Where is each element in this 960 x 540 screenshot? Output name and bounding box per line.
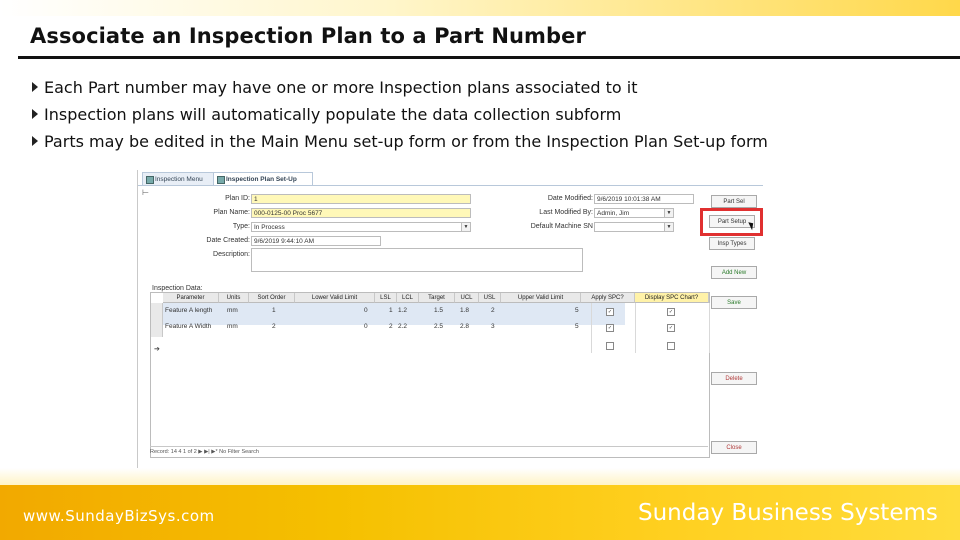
- form-tab-icon: [146, 176, 154, 184]
- column-divider: [591, 303, 592, 353]
- column-divider: [635, 303, 636, 353]
- plan-id-label: Plan ID:: [225, 195, 250, 202]
- cell-parameter[interactable]: Feature A length: [165, 305, 219, 317]
- cell-usl[interactable]: 3: [491, 321, 501, 333]
- type-combo[interactable]: In Process ▼: [251, 222, 471, 232]
- arrow-bullet-icon: [32, 136, 38, 146]
- footer-url[interactable]: www.SundayBizSys.com: [23, 507, 215, 525]
- default-machine-combo[interactable]: ▼: [594, 222, 674, 232]
- bullet-item: Inspection plans will automatically popu…: [32, 105, 768, 132]
- record-navigation-bar[interactable]: Record: 14 4 1 of 2 ▶ ▶| ▶* No Filter Se…: [150, 446, 708, 459]
- column-header[interactable]: Parameter: [163, 293, 219, 303]
- bullet-text: Inspection plans will automatically popu…: [44, 105, 622, 124]
- row-selector[interactable]: [151, 325, 163, 337]
- close-button[interactable]: Close: [711, 441, 757, 454]
- arrow-bullet-icon: [32, 109, 38, 119]
- column-header[interactable]: Units: [219, 293, 249, 303]
- bullet-text: Parts may be edited in the Main Menu set…: [44, 132, 768, 151]
- checkbox-icon[interactable]: ✓: [606, 308, 614, 316]
- cell-parameter[interactable]: Feature A Width: [165, 321, 219, 333]
- cell-sort-order[interactable]: 2: [272, 321, 292, 333]
- bullet-item: Each Part number may have one or more In…: [32, 78, 768, 105]
- column-header[interactable]: Sort Order: [249, 293, 295, 303]
- cell-sort-order[interactable]: 1: [272, 305, 292, 317]
- insp-types-button[interactable]: Insp Types: [709, 237, 755, 250]
- save-button[interactable]: Save: [711, 296, 757, 309]
- chevron-down-icon[interactable]: ▼: [664, 223, 673, 231]
- column-header[interactable]: Apply SPC?: [581, 293, 635, 303]
- date-modified-field[interactable]: 9/6/2019 10:01:38 AM: [594, 194, 694, 204]
- chevron-down-icon[interactable]: ▼: [461, 223, 470, 231]
- checkbox-icon[interactable]: ✓: [667, 324, 675, 332]
- bullet-item: Parts may be edited in the Main Menu set…: [32, 132, 768, 159]
- description-field[interactable]: [251, 248, 583, 272]
- cell-target[interactable]: 1.5: [434, 305, 454, 317]
- slide-title: Associate an Inspection Plan to a Part N…: [30, 24, 586, 48]
- cell-ucl[interactable]: 1.8: [460, 305, 480, 317]
- footer-brand: Sunday Business Systems: [638, 500, 938, 526]
- cell-lcl[interactable]: 2.2: [398, 321, 418, 333]
- nav-pane-icon[interactable]: ⊢: [142, 188, 149, 197]
- plan-name-label: Plan Name:: [213, 209, 250, 216]
- cell-units[interactable]: mm: [227, 305, 249, 317]
- cell-usl[interactable]: 2: [491, 305, 501, 317]
- part-sel-button[interactable]: Part Sel: [711, 195, 757, 208]
- column-header[interactable]: LCL: [397, 293, 419, 303]
- inspection-data-label: Inspection Data:: [152, 285, 203, 292]
- column-header[interactable]: Upper Valid Limit: [501, 293, 581, 303]
- cell-target[interactable]: 2.5: [434, 321, 454, 333]
- column-header[interactable]: Display SPC Chart?: [635, 293, 709, 303]
- new-record-icon[interactable]: ➔: [154, 345, 160, 353]
- column-divider: [709, 303, 710, 353]
- tab-divider: [138, 185, 763, 186]
- cell-lcl[interactable]: 1.2: [398, 305, 418, 317]
- default-machine-label: Default Machine SN: [530, 223, 593, 230]
- checkbox-icon[interactable]: ✓: [606, 324, 614, 332]
- description-label: Description:: [213, 251, 250, 258]
- type-label: Type:: [232, 223, 250, 230]
- cell-ucl[interactable]: 2.8: [460, 321, 480, 333]
- bullet-list: Each Part number may have one or more In…: [32, 78, 768, 159]
- inspection-plan-form-screenshot: Inspection Menu Inspection Plan Set-Up ⊢…: [137, 170, 763, 468]
- column-header[interactable]: LSL: [375, 293, 397, 303]
- plan-name-field[interactable]: 000-0125-00 Proc 5677: [251, 208, 471, 218]
- highlight-box: [700, 208, 763, 236]
- date-created-label: Date Created:: [206, 237, 250, 244]
- column-header[interactable]: UCL: [455, 293, 479, 303]
- cell-lower-valid-limit[interactable]: 0: [364, 321, 374, 333]
- cell-lsl[interactable]: 1: [389, 305, 397, 317]
- last-modified-by-label: Last Modified By:: [539, 209, 593, 216]
- column-header[interactable]: Lower Valid Limit: [295, 293, 375, 303]
- checkbox-icon[interactable]: [667, 342, 675, 350]
- last-modified-by-combo[interactable]: Admin, Jim ▼: [594, 208, 674, 218]
- plan-id-field[interactable]: 1: [251, 194, 471, 204]
- date-modified-label: Date Modified:: [547, 195, 593, 202]
- top-gradient-bar: [0, 0, 960, 16]
- add-new-button[interactable]: Add New: [711, 266, 757, 279]
- inspection-data-grid: ➔ Parameter Units Sort Order Lower Valid…: [150, 292, 710, 458]
- row-selector[interactable]: [151, 303, 163, 325]
- footer-fade: [0, 468, 960, 485]
- bullet-text: Each Part number may have one or more In…: [44, 78, 638, 97]
- column-header[interactable]: Target: [419, 293, 455, 303]
- arrow-bullet-icon: [32, 82, 38, 92]
- delete-button[interactable]: Delete: [711, 372, 757, 385]
- cell-units[interactable]: mm: [227, 321, 249, 333]
- checkbox-icon[interactable]: [606, 342, 614, 350]
- date-created-field[interactable]: 9/6/2019 9:44:10 AM: [251, 236, 381, 246]
- tab-inspection-menu[interactable]: Inspection Menu: [142, 172, 214, 186]
- tab-inspection-plan-setup[interactable]: Inspection Plan Set-Up: [213, 172, 313, 186]
- cell-lsl[interactable]: 2: [389, 321, 397, 333]
- cell-lower-valid-limit[interactable]: 0: [364, 305, 374, 317]
- form-tab-icon: [217, 176, 225, 184]
- checkbox-icon[interactable]: ✓: [667, 308, 675, 316]
- column-header[interactable]: USL: [479, 293, 501, 303]
- cell-upper-valid-limit[interactable]: 5: [575, 305, 585, 317]
- cell-upper-valid-limit[interactable]: 5: [575, 321, 585, 333]
- chevron-down-icon[interactable]: ▼: [664, 209, 673, 217]
- title-divider: [18, 56, 960, 59]
